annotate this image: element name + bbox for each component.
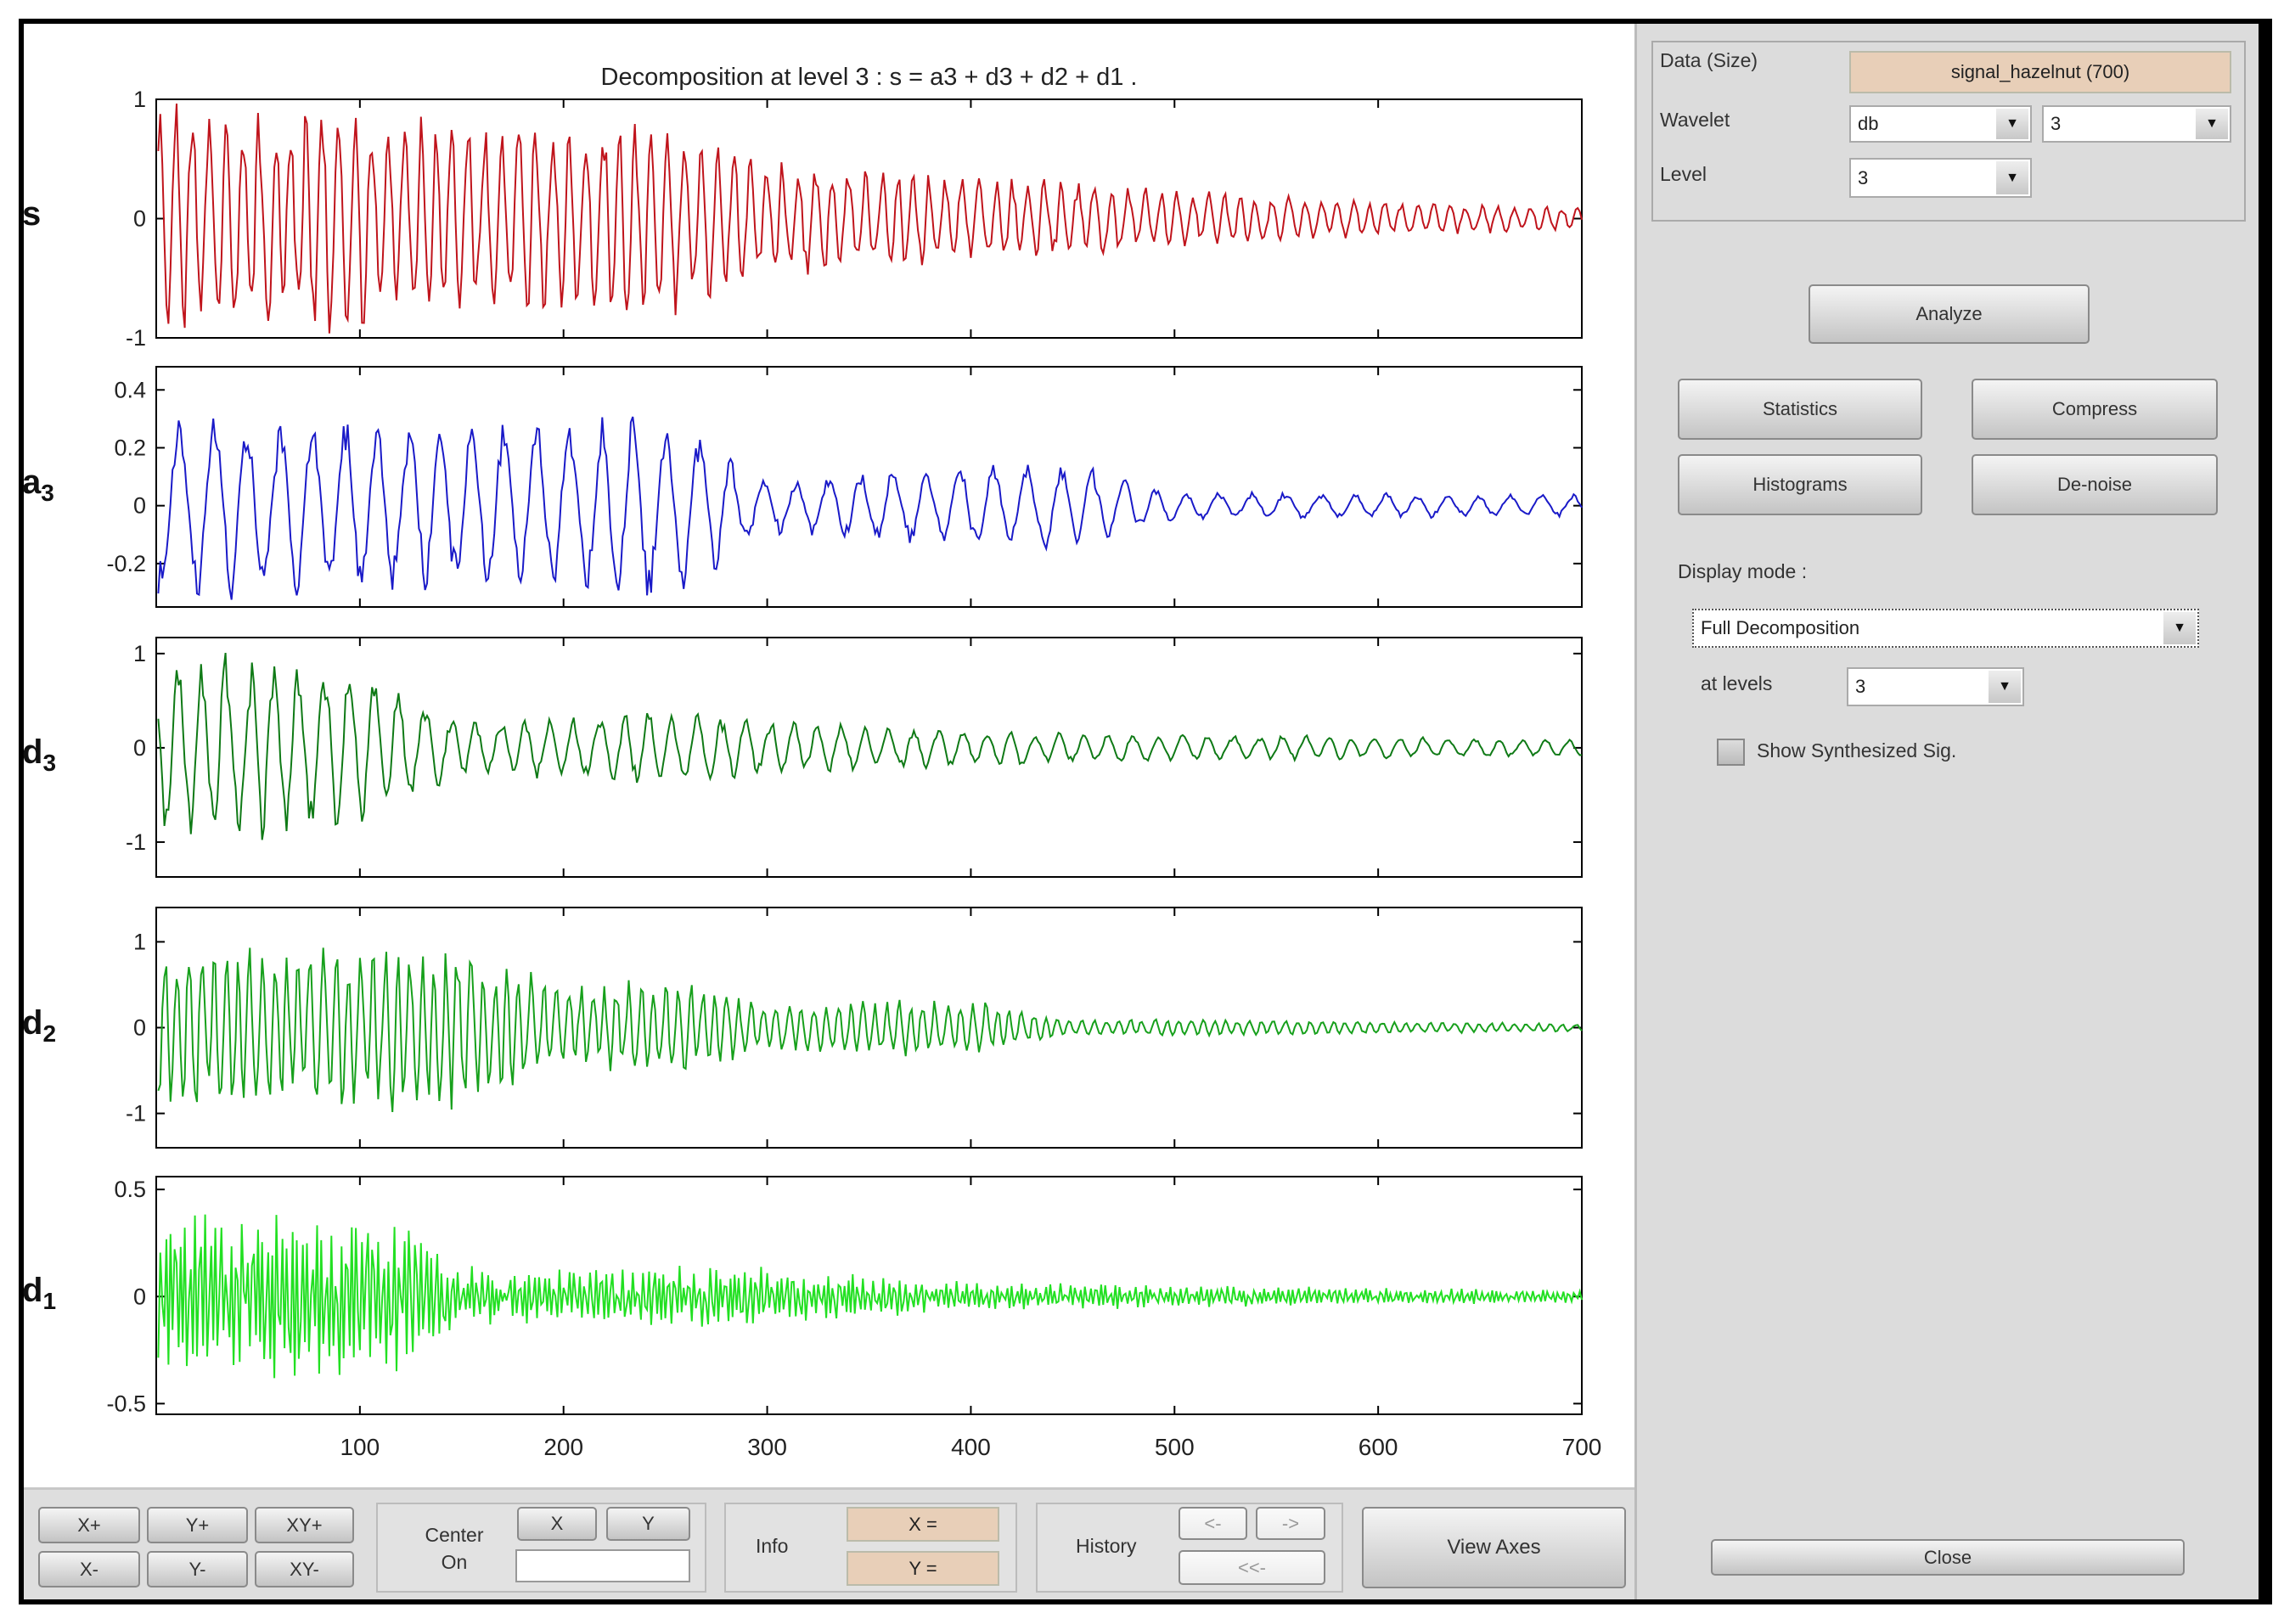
- y-tick-label: 0: [133, 1015, 146, 1041]
- zoom-xy-out-button[interactable]: XY-: [255, 1551, 354, 1587]
- chevron-down-icon: ▼: [1996, 109, 2028, 139]
- info-group: Info X = Y =: [724, 1503, 1017, 1593]
- y-tick-label: 0: [133, 1284, 146, 1309]
- y-label-subscript: 1: [42, 1288, 57, 1314]
- y-tick-label: 0.2: [114, 435, 146, 460]
- zoom-y-in-button[interactable]: Y+: [147, 1507, 248, 1543]
- wavelet-order-dropdown[interactable]: 3 ▼: [2042, 105, 2231, 143]
- info-label: Info: [756, 1535, 789, 1557]
- y-label-text: d: [22, 1003, 43, 1042]
- y-tick-label: -1: [126, 1101, 146, 1127]
- y-tick-label: -1: [126, 325, 146, 351]
- at-levels-value: 3: [1855, 676, 1866, 697]
- x-tick-label: 600: [1359, 1434, 1398, 1460]
- y-tick-label: -0.2: [106, 551, 146, 576]
- chart-title: Decomposition at level 3 : s = a3 + d3 +…: [601, 64, 1138, 91]
- info-x-field: X =: [847, 1507, 999, 1542]
- y-tick-label: 0.5: [114, 1177, 146, 1202]
- show-synthesized-checkbox[interactable]: [1717, 739, 1745, 766]
- y-label-text: d: [22, 733, 43, 771]
- y-label-text: d: [22, 1272, 43, 1309]
- zoom-x-in-button[interactable]: X+: [38, 1507, 140, 1543]
- chevron-down-icon: ▼: [1989, 671, 2021, 703]
- statistics-button[interactable]: Statistics: [1678, 379, 1922, 440]
- center-y-button[interactable]: Y: [606, 1507, 690, 1541]
- wavelet-order-value: 3: [2051, 113, 2062, 134]
- chevron-down-icon: ▼: [1996, 161, 2028, 194]
- display-mode-value: Full Decomposition: [1701, 617, 1860, 638]
- center-value-input[interactable]: [515, 1549, 690, 1582]
- y-label-d1: d1: [22, 1272, 56, 1315]
- data-value-field: signal_hazelnut (700): [1849, 51, 2231, 93]
- y-tick-label: 1: [133, 929, 146, 954]
- y-label-s: s: [22, 195, 41, 233]
- info-y-field: Y =: [847, 1551, 999, 1586]
- zoom-x-out-button[interactable]: X-: [38, 1551, 140, 1587]
- y-tick-label: -1: [126, 829, 146, 855]
- bottom-toolbar: X+ Y+ XY+ X- Y- XY- Center On X Y Info X…: [24, 1487, 1634, 1599]
- y-tick-label: 0: [133, 735, 146, 761]
- x-tick-label: 400: [951, 1434, 991, 1460]
- y-label-subscript: 2: [42, 1020, 57, 1047]
- close-button[interactable]: Close: [1711, 1539, 2185, 1576]
- x-tick-label: 100: [340, 1434, 380, 1460]
- x-tick-label: 200: [543, 1434, 583, 1460]
- at-levels-dropdown[interactable]: 3 ▼: [1847, 667, 2024, 706]
- center-on-label: Center On: [425, 1524, 484, 1573]
- y-tick-label: 0: [133, 206, 146, 232]
- axes-d3: [155, 637, 1583, 878]
- y-tick-label: 0.4: [114, 377, 146, 402]
- level-dropdown[interactable]: 3 ▼: [1849, 158, 2032, 198]
- view-axes-button[interactable]: View Axes: [1362, 1507, 1626, 1588]
- zoom-xy-in-button[interactable]: XY+: [255, 1507, 354, 1543]
- y-label-d3: d3: [22, 733, 56, 777]
- denoise-button[interactable]: De-noise: [1972, 454, 2218, 515]
- history-first-button[interactable]: <<-: [1179, 1550, 1325, 1585]
- wavelet-label: Wavelet: [1660, 109, 1730, 131]
- y-label-a3: a3: [22, 464, 54, 507]
- zoom-y-out-button[interactable]: Y-: [147, 1551, 248, 1587]
- history-forward-button[interactable]: ->: [1256, 1507, 1325, 1540]
- y-tick-label: -0.5: [106, 1391, 146, 1416]
- analyze-button[interactable]: Analyze: [1809, 284, 2090, 344]
- y-tick-label: 0: [133, 493, 146, 519]
- histograms-button[interactable]: Histograms: [1678, 454, 1922, 515]
- center-x-button[interactable]: X: [517, 1507, 597, 1541]
- y-label-subscript: 3: [41, 479, 54, 506]
- window-edge: [2259, 19, 2272, 1604]
- y-tick-label: 1: [133, 641, 146, 666]
- wavelet-family-dropdown[interactable]: db ▼: [1849, 105, 2032, 143]
- x-tick-label: 700: [1562, 1434, 1602, 1460]
- compress-button[interactable]: Compress: [1972, 379, 2218, 440]
- y-label-subscript: 3: [42, 750, 57, 776]
- data-size-label: Data (Size): [1660, 49, 1758, 71]
- chevron-down-icon: ▼: [2163, 612, 2196, 644]
- y-label-text: s: [22, 194, 42, 233]
- display-mode-dropdown[interactable]: Full Decomposition ▼: [1692, 609, 2199, 648]
- history-group: History <- -> <<-: [1036, 1503, 1343, 1593]
- level-value: 3: [1858, 166, 1869, 188]
- history-label: History: [1076, 1535, 1137, 1557]
- control-panel: Data (Size) signal_hazelnut (700) Wavele…: [1634, 24, 2264, 1599]
- y-label-text: a: [22, 463, 42, 501]
- level-label: Level: [1660, 163, 1707, 185]
- x-tick-label: 500: [1155, 1434, 1195, 1460]
- decomposition-plots: Decomposition at level 3 : s = a3 + d3 +…: [106, 64, 1602, 1460]
- x-tick-label: 300: [747, 1434, 787, 1460]
- center-on-group: Center On X Y: [376, 1503, 706, 1593]
- chevron-down-icon: ▼: [2196, 109, 2228, 139]
- history-back-button[interactable]: <-: [1179, 1507, 1247, 1540]
- y-tick-label: 1: [133, 87, 146, 112]
- show-synthesized-label: Show Synthesized Sig.: [1757, 739, 1957, 761]
- wavelet-family-value: db: [1858, 113, 1879, 134]
- at-levels-label: at levels: [1701, 672, 1773, 694]
- display-mode-label: Display mode :: [1678, 560, 1808, 582]
- y-label-d2: d2: [22, 1004, 56, 1048]
